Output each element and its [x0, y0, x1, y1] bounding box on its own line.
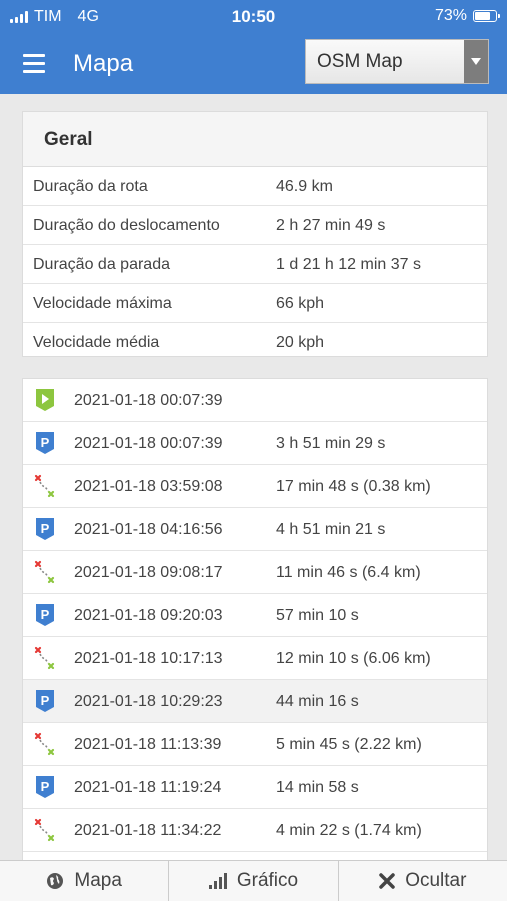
- tab-map[interactable]: Mapa: [0, 861, 170, 901]
- route-icon: [33, 818, 57, 842]
- parking-icon: P: [33, 517, 57, 541]
- parking-icon: P: [33, 603, 57, 627]
- svg-text:P: P: [41, 435, 50, 450]
- event-row[interactable]: 2021-01-18 11:13:39 5 min 45 s (2.22 km): [23, 723, 487, 766]
- bottom-tab-bar: Mapa Gráfico Ocultar: [0, 860, 507, 901]
- close-icon: [379, 873, 395, 889]
- event-time: 2021-01-18 09:20:03: [74, 607, 223, 624]
- summary-label: Velocidade máxima: [33, 295, 172, 312]
- event-time: 2021-01-18 11:13:39: [74, 736, 222, 753]
- event-duration: 4 min 22 s (1.74 km): [276, 822, 422, 839]
- event-row[interactable]: P 2021-01-18 11:19:24 14 min 58 s: [23, 766, 487, 809]
- event-row[interactable]: P 2021-01-18 09:20:03 57 min 10 s: [23, 594, 487, 637]
- event-row[interactable]: 2021-01-18 11:34:22 4 min 22 s (1.74 km): [23, 809, 487, 852]
- tab-hide-label: Ocultar: [405, 870, 467, 891]
- route-icon: [33, 474, 57, 498]
- tab-hide[interactable]: Ocultar: [339, 861, 507, 901]
- signal-bars-icon: [208, 873, 227, 889]
- event-duration: 17 min 48 s (0.38 km): [276, 478, 431, 495]
- svg-text:P: P: [41, 521, 50, 536]
- chevron-down-icon[interactable]: [464, 40, 488, 83]
- route-icon: [33, 560, 57, 584]
- parking-icon: P: [33, 689, 57, 713]
- summary-value: 46.9 km: [276, 178, 333, 195]
- event-row[interactable]: P 2021-01-18 10:29:23 44 min 16 s: [23, 680, 487, 723]
- event-row[interactable]: P 2021-01-18 04:16:56 4 h 51 min 21 s: [23, 508, 487, 551]
- map-type-select[interactable]: OSM Map: [305, 39, 489, 84]
- event-duration: 44 min 16 s: [276, 693, 359, 710]
- event-time: 2021-01-18 00:07:39: [74, 392, 223, 409]
- event-duration: 4 h 51 min 21 s: [276, 521, 386, 538]
- tab-chart-label: Gráfico: [236, 870, 299, 891]
- summary-value: 20 kph: [276, 334, 325, 351]
- page-title: Mapa: [73, 50, 134, 77]
- route-icon: [33, 646, 57, 670]
- event-duration: 12 min 10 s (6.06 km): [276, 650, 431, 667]
- status-right: 73%: [434, 7, 500, 25]
- event-duration: 3 h 51 min 29 s: [276, 435, 386, 452]
- summary-value: 2 h 27 min 49 s: [276, 217, 386, 234]
- parking-icon: P: [33, 431, 57, 455]
- svg-text:P: P: [41, 693, 50, 708]
- summary-row: Duração da parada 1 d 21 h 12 min 37 s: [23, 245, 487, 284]
- event-row[interactable]: P 2021-01-18 00:07:39 3 h 51 min 29 s: [23, 422, 487, 465]
- menu-icon[interactable]: [23, 54, 45, 74]
- summary-label: Duração da rota: [33, 178, 148, 195]
- tab-chart[interactable]: Gráfico: [169, 861, 339, 901]
- summary-title: Geral: [44, 129, 93, 150]
- event-duration: 57 min 10 s: [276, 607, 359, 624]
- summary-header: Geral: [23, 112, 487, 167]
- summary-row: Velocidade máxima 66 kph: [23, 284, 487, 323]
- status-bar: TIM 4G 10:50 73%: [0, 0, 507, 34]
- event-duration: 14 min 58 s: [276, 779, 359, 796]
- summary-label: Duração da parada: [33, 256, 170, 273]
- event-row[interactable]: 2021-01-18 03:59:08 17 min 48 s (0.38 km): [23, 465, 487, 508]
- tab-map-label: Mapa: [74, 870, 122, 891]
- event-time: 2021-01-18 09:08:17: [74, 564, 223, 581]
- event-duration: 5 min 45 s (2.22 km): [276, 736, 422, 753]
- svg-text:P: P: [41, 779, 50, 794]
- top-navbar: Mapa OSM Map: [0, 34, 507, 94]
- event-time: 2021-01-18 00:07:39: [74, 435, 223, 452]
- event-time: 2021-01-18 04:16:56: [74, 521, 223, 538]
- globe-icon: [47, 873, 64, 889]
- summary-row: Duração do deslocamento 2 h 27 min 49 s: [23, 206, 487, 245]
- svg-text:P: P: [41, 607, 50, 622]
- summary-panel: Geral Duração da rota 46.9 km Duração do …: [22, 111, 488, 357]
- summary-label: Velocidade média: [33, 334, 160, 351]
- battery-percent: 73%: [434, 7, 467, 24]
- start-icon: [33, 388, 57, 412]
- summary-row: Duração da rota 46.9 km: [23, 167, 487, 206]
- event-time: 2021-01-18 10:29:23: [74, 693, 223, 710]
- event-time: 2021-01-18 11:34:22: [74, 822, 222, 839]
- summary-value: 1 d 21 h 12 min 37 s: [276, 256, 421, 273]
- event-time: 2021-01-18 11:19:24: [74, 779, 222, 796]
- event-row[interactable]: 2021-01-18 09:08:17 11 min 46 s (6.4 km): [23, 551, 487, 594]
- event-duration: 11 min 46 s (6.4 km): [276, 564, 421, 581]
- events-list: 2021-01-18 00:07:39 P 2021-01-18 00:07:39 3…: [22, 378, 488, 878]
- summary-row: Velocidade média 20 kph: [23, 323, 487, 361]
- event-row[interactable]: 2021-01-18 00:07:39: [23, 379, 487, 422]
- map-type-value: OSM Map: [317, 51, 403, 72]
- status-time: 10:50: [231, 7, 276, 26]
- parking-icon: P: [33, 775, 57, 799]
- event-row[interactable]: 2021-01-18 10:17:13 12 min 10 s (6.06 km): [23, 637, 487, 680]
- summary-value: 66 kph: [276, 295, 325, 312]
- summary-label: Duração do deslocamento: [33, 217, 220, 234]
- event-time: 2021-01-18 10:17:13: [74, 650, 223, 667]
- event-time: 2021-01-18 03:59:08: [74, 478, 223, 495]
- battery-icon: [473, 10, 500, 22]
- route-icon: [33, 732, 57, 756]
